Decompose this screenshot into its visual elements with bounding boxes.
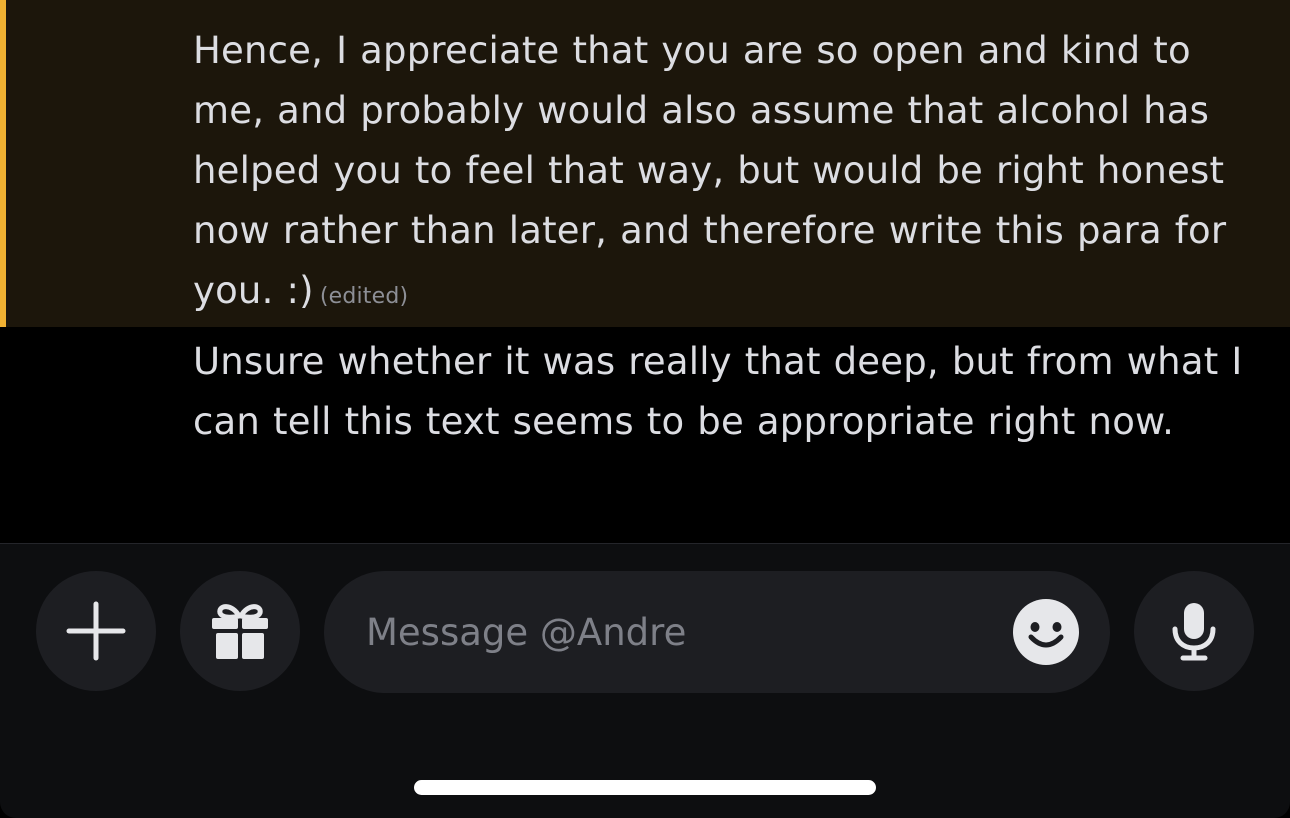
- message-body: Hence, I appreciate that you are so open…: [193, 29, 1227, 312]
- gift-icon: [212, 604, 268, 659]
- highlight-accent-bar: [0, 0, 6, 327]
- message-composer: [0, 543, 1290, 818]
- gift-button[interactable]: [180, 571, 300, 691]
- message-text: Unsure whether it was really that deep, …: [193, 340, 1243, 443]
- smile-icon: [1013, 599, 1079, 665]
- plus-icon: [66, 601, 126, 661]
- edited-label: (edited): [319, 284, 409, 309]
- dm-chat-screen: Hence, I appreciate that you are so open…: [0, 0, 1290, 818]
- voice-message-button[interactable]: [1134, 571, 1254, 691]
- message-text: Hence, I appreciate that you are so open…: [193, 21, 1273, 327]
- microphone-icon: [1172, 603, 1216, 661]
- message-input-container[interactable]: [324, 571, 1110, 693]
- add-attachment-button[interactable]: [36, 571, 156, 691]
- emoji-button[interactable]: [1013, 599, 1079, 665]
- message-input[interactable]: [366, 571, 966, 693]
- home-indicator[interactable]: [414, 780, 876, 795]
